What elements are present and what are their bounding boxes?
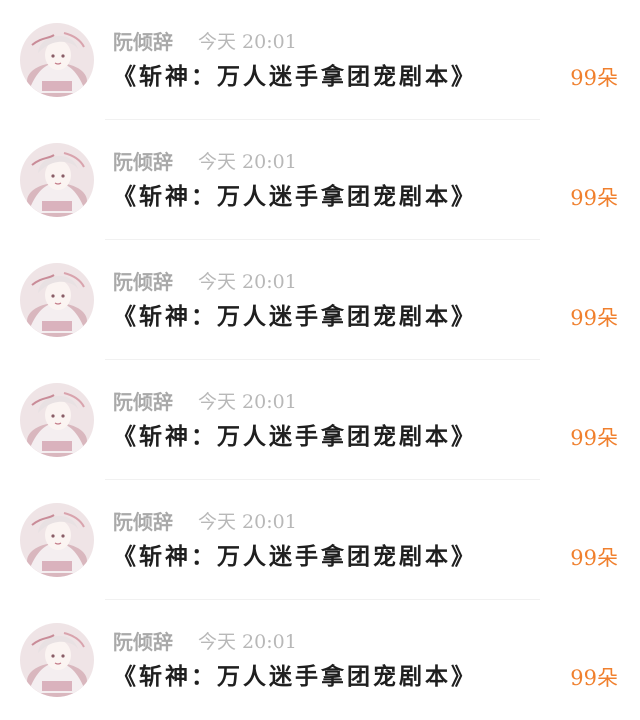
username[interactable]: 阮倾辞 [113, 270, 173, 294]
avatar[interactable] [20, 383, 94, 457]
list-item[interactable]: 阮倾辞 今天 20:01 《斩神：万人迷手拿团宠剧本》 99朵 [0, 360, 640, 480]
gift-count: 99朵 [570, 66, 618, 90]
gift-message: 《斩神：万人迷手拿团宠剧本》 [113, 423, 477, 450]
gift-count: 99朵 [570, 306, 618, 330]
avatar-illustration-icon [20, 263, 94, 337]
timestamp: 今天 20:01 [198, 391, 297, 413]
timestamp: 今天 20:01 [198, 151, 297, 173]
gift-count: 99朵 [570, 186, 618, 210]
avatar[interactable] [20, 23, 94, 97]
avatar[interactable] [20, 503, 94, 577]
gift-message: 《斩神：万人迷手拿团宠剧本》 [113, 183, 477, 210]
username[interactable]: 阮倾辞 [113, 150, 173, 174]
timestamp: 今天 20:01 [198, 511, 297, 533]
gift-message: 《斩神：万人迷手拿团宠剧本》 [113, 63, 477, 90]
gift-count: 99朵 [570, 666, 618, 690]
gift-count: 99朵 [570, 546, 618, 570]
avatar-illustration-icon [20, 503, 94, 577]
list-item[interactable]: 阮倾辞 今天 20:01 《斩神：万人迷手拿团宠剧本》 99朵 [0, 600, 640, 720]
username[interactable]: 阮倾辞 [113, 510, 173, 534]
avatar[interactable] [20, 263, 94, 337]
gift-message: 《斩神：万人迷手拿团宠剧本》 [113, 663, 477, 690]
username[interactable]: 阮倾辞 [113, 30, 173, 54]
list-item[interactable]: 阮倾辞 今天 20:01 《斩神：万人迷手拿团宠剧本》 99朵 [0, 0, 640, 120]
list-item[interactable]: 阮倾辞 今天 20:01 《斩神：万人迷手拿团宠剧本》 99朵 [0, 120, 640, 240]
avatar-illustration-icon [20, 623, 94, 697]
avatar-illustration-icon [20, 23, 94, 97]
avatar-illustration-icon [20, 383, 94, 457]
avatar-illustration-icon [20, 143, 94, 217]
username[interactable]: 阮倾辞 [113, 390, 173, 414]
list-item[interactable]: 阮倾辞 今天 20:01 《斩神：万人迷手拿团宠剧本》 99朵 [0, 240, 640, 360]
list-item[interactable]: 阮倾辞 今天 20:01 《斩神：万人迷手拿团宠剧本》 99朵 [0, 480, 640, 600]
timestamp: 今天 20:01 [198, 271, 297, 293]
username[interactable]: 阮倾辞 [113, 630, 173, 654]
avatar[interactable] [20, 143, 94, 217]
gift-message: 《斩神：万人迷手拿团宠剧本》 [113, 543, 477, 570]
avatar[interactable] [20, 623, 94, 697]
gift-message: 《斩神：万人迷手拿团宠剧本》 [113, 303, 477, 330]
gift-count: 99朵 [570, 426, 618, 450]
timestamp: 今天 20:01 [198, 31, 297, 53]
timestamp: 今天 20:01 [198, 631, 297, 653]
